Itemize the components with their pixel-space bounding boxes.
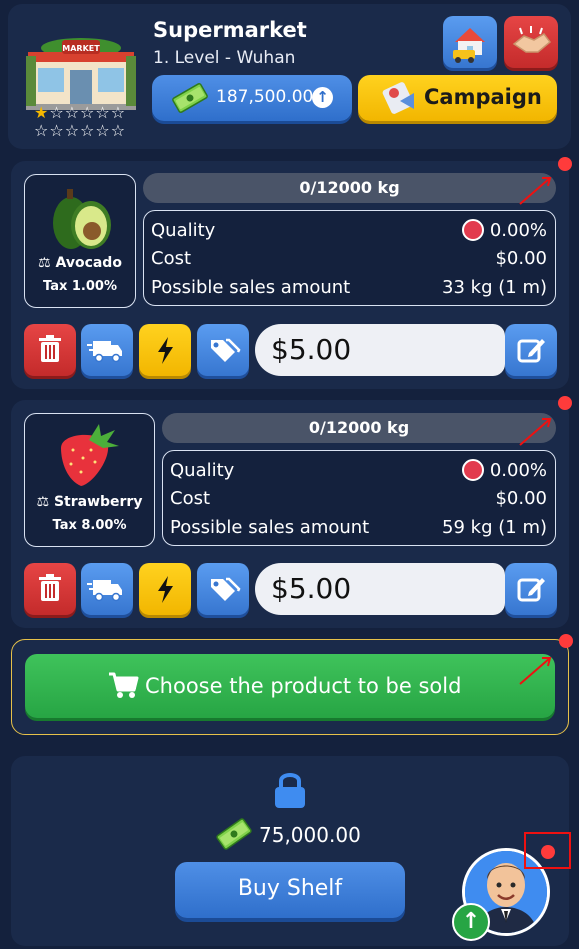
quality-status-icon	[461, 219, 484, 241]
boost-button[interactable]	[139, 563, 191, 615]
lock-icon	[275, 773, 305, 808]
capacity-bar: 0/12000 kg	[143, 173, 556, 203]
annotation-arrow-icon	[519, 418, 552, 446]
annotation-arrow-icon	[519, 177, 552, 205]
product-stats-panel: Quality 0.00% Cost $0.00 Possible sales …	[143, 210, 556, 306]
cash-stack-icon	[216, 818, 252, 850]
boost-button[interactable]	[139, 324, 191, 376]
price-value: $5.00	[271, 572, 352, 605]
product-tax: Tax 1.00%	[43, 279, 117, 294]
price-tags-icon	[211, 577, 241, 601]
buy-shelf-button[interactable]: Buy Shelf	[175, 862, 405, 918]
buy-shelf-label: Buy Shelf	[237, 876, 343, 901]
price-tag-button[interactable]	[197, 563, 249, 615]
highlight-box	[524, 832, 571, 869]
sales-amount-value: 33 kg (1 m)	[442, 277, 547, 298]
order-delivery-button[interactable]	[81, 324, 133, 376]
store-name: Supermarket	[153, 18, 307, 42]
trash-icon	[39, 335, 61, 362]
sales-amount-value: 59 kg (1 m)	[442, 517, 547, 538]
avocado-icon	[53, 189, 111, 249]
choose-product-button[interactable]: Choose the product to be sold	[25, 654, 555, 718]
sales-amount-label: Possible sales amount	[170, 517, 370, 538]
edit-price-button[interactable]	[505, 563, 557, 615]
shelf-price: 75,000.00	[259, 823, 361, 847]
product-name: Strawberry	[53, 494, 143, 510]
price-input[interactable]: $5.00	[255, 563, 505, 615]
cost-value: $0.00	[495, 248, 547, 269]
money-button[interactable]: 187,500.00 ↑	[152, 75, 352, 121]
megaphone-map-icon	[382, 82, 414, 114]
product-thumbnail[interactable]: ⚖ Avocado Tax 1.00%	[24, 174, 136, 308]
delete-product-button[interactable]	[24, 324, 76, 376]
campaign-label: Campaign	[424, 85, 542, 109]
level-up-arrow-icon[interactable]: ↑	[452, 903, 490, 941]
quality-label: Quality	[151, 220, 216, 241]
store-level: 1. Level - Wuhan	[153, 48, 296, 68]
capacity-bar: 0/12000 kg	[162, 413, 556, 443]
price-tag-button[interactable]	[197, 324, 249, 376]
cash-stack-icon	[172, 83, 208, 113]
product-stats-panel: Quality 0.00% Cost $0.00 Possible sales …	[162, 450, 556, 546]
price-value: $5.00	[271, 333, 352, 366]
notification-dot	[558, 157, 572, 171]
house-truck-icon	[453, 28, 485, 63]
sales-amount-label: Possible sales amount	[151, 277, 351, 298]
quality-status-icon	[461, 459, 484, 481]
partnership-handshake-button[interactable]	[504, 16, 558, 68]
choose-product-label: Choose the product to be sold	[145, 674, 462, 698]
campaign-button[interactable]: Campaign	[358, 75, 557, 121]
delete-product-button[interactable]	[24, 563, 76, 615]
edit-pencil-icon	[517, 339, 545, 363]
quality-value: 0.00%	[489, 220, 547, 241]
notification-dot	[559, 634, 573, 648]
notification-dot	[558, 396, 572, 410]
strawberry-icon	[61, 424, 119, 486]
annotation-arrow-icon	[519, 657, 552, 685]
supermarket-building-icon: MARKET	[26, 38, 136, 110]
edit-price-button[interactable]	[505, 324, 557, 376]
store-star-rating: ★☆☆☆☆☆ ☆☆☆☆☆☆	[34, 103, 127, 140]
product-thumbnail[interactable]: ⚖ Strawberry Tax 8.00%	[24, 413, 155, 547]
handshake-icon	[512, 26, 552, 53]
trash-icon	[39, 574, 61, 601]
money-amount: 187,500.00	[216, 87, 314, 107]
delivery-house-button[interactable]	[443, 16, 497, 68]
shopping-cart-icon	[109, 672, 139, 698]
quality-label: Quality	[170, 460, 235, 481]
lightning-icon	[158, 576, 173, 603]
lightning-icon	[158, 337, 173, 364]
delivery-truck-icon	[87, 580, 122, 602]
price-input[interactable]: $5.00	[255, 324, 505, 376]
order-delivery-button[interactable]	[81, 563, 133, 615]
cost-label: Cost	[170, 488, 211, 509]
edit-pencil-icon	[517, 578, 545, 602]
price-tags-icon	[211, 338, 241, 362]
cost-value: $0.00	[495, 488, 547, 509]
product-tax: Tax 8.00%	[52, 518, 127, 533]
svg-text:MARKET: MARKET	[62, 44, 100, 53]
quality-value: 0.00%	[489, 460, 547, 481]
product-name: Avocado	[55, 255, 122, 271]
delivery-truck-icon	[87, 341, 122, 363]
tax-stamp-icon: ⚖	[38, 255, 56, 271]
money-upgrade-icon: ↑	[312, 87, 333, 108]
cost-label: Cost	[151, 248, 192, 269]
tax-stamp-icon: ⚖	[36, 494, 54, 510]
